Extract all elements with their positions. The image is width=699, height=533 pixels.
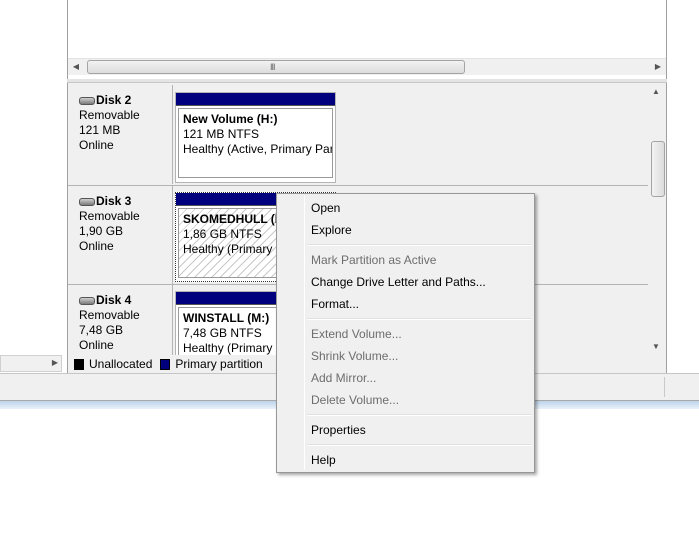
disk-type: Removable <box>79 209 140 223</box>
menu-item-properties[interactable]: Properties <box>279 419 532 441</box>
disk-name: Disk 2 <box>96 93 132 107</box>
disk-drive-icon <box>79 96 95 105</box>
menu-separator <box>307 244 531 246</box>
disk-label[interactable]: Disk 3 Removable 1,90 GB Online <box>68 186 173 284</box>
scroll-right-arrow-icon[interactable]: ▶ <box>652 62 664 74</box>
scroll-right-arrow-icon[interactable]: ▶ <box>52 358 58 367</box>
disk-status: Online <box>79 338 114 352</box>
disk-name-wrap: Disk 2 <box>79 93 172 108</box>
disk-label[interactable]: Disk 2 Removable 121 MB Online <box>68 85 173 184</box>
grip-icon: III <box>270 62 275 72</box>
disk-name-wrap: Disk 3 <box>79 194 172 209</box>
legend-primary: Primary partition <box>175 357 263 371</box>
menu-item-explore[interactable]: Explore <box>279 219 532 241</box>
menu-separator <box>307 318 531 320</box>
vscroll-thumb[interactable] <box>651 141 665 197</box>
scroll-up-arrow-icon[interactable]: ▲ <box>652 87 660 96</box>
partition-body: New Volume (H:) 121 MB NTFS Healthy (Act… <box>178 108 333 178</box>
menu-item-extend-volume[interactable]: Extend Volume... <box>279 323 532 345</box>
menu-item-open[interactable]: Open <box>279 197 532 219</box>
disk-row: Disk 2 Removable 121 MB Online New Volum… <box>68 85 648 184</box>
partition-type-bar <box>176 93 335 106</box>
menu-item-mark-active[interactable]: Mark Partition as Active <box>279 249 532 271</box>
partition-block[interactable]: New Volume (H:) 121 MB NTFS Healthy (Act… <box>175 92 336 183</box>
menu-item-help[interactable]: Help <box>279 449 532 471</box>
status-divider <box>664 377 665 397</box>
disk-size: 1,90 GB <box>79 224 124 238</box>
disk-map-vscrollbar[interactable]: ▲ ▼ <box>650 85 666 353</box>
context-menu: Open Explore Mark Partition as Active Ch… <box>276 193 535 473</box>
disk-drive-icon <box>79 296 95 305</box>
scroll-left-arrow-icon[interactable]: ◀ <box>70 62 82 74</box>
menu-separator <box>307 444 531 446</box>
scroll-down-arrow-icon[interactable]: ▼ <box>652 342 660 351</box>
legend-unallocated: Unallocated <box>89 357 153 371</box>
menu-item-format[interactable]: Format... <box>279 293 532 315</box>
partition-title: New Volume (H:) <box>183 112 278 126</box>
unallocated-swatch <box>74 358 84 370</box>
volume-list-hscrollbar[interactable]: ◀ III ▶ <box>68 58 666 75</box>
partition-health: Healthy (Active, Primary Par <box>183 142 333 156</box>
disk-drive-icon <box>79 197 95 206</box>
disk-label[interactable]: Disk 4 Removable 7,48 GB Online <box>68 285 173 355</box>
disk-name-wrap: Disk 4 <box>79 293 172 308</box>
partition-detail: 121 MB NTFS <box>183 127 260 141</box>
menu-item-shrink-volume[interactable]: Shrink Volume... <box>279 345 532 367</box>
menu-separator <box>307 414 531 416</box>
disk-name: Disk 3 <box>96 194 132 208</box>
disk-size: 7,48 GB <box>79 323 124 337</box>
menu-item-add-mirror[interactable]: Add Mirror... <box>279 367 532 389</box>
disk-size: 121 MB <box>79 123 121 137</box>
disk-type: Removable <box>79 108 140 122</box>
left-pane-hscrollbar[interactable]: ▶ <box>0 355 62 372</box>
menu-item-change-drive-letter[interactable]: Change Drive Letter and Paths... <box>279 271 532 293</box>
primary-partition-swatch <box>160 358 171 370</box>
menu-item-delete-volume[interactable]: Delete Volume... <box>279 389 532 411</box>
disk-status: Online <box>79 138 114 152</box>
hscroll-thumb[interactable]: III <box>87 60 465 74</box>
disk-name: Disk 4 <box>96 293 132 307</box>
disk-type: Removable <box>79 308 140 322</box>
disk-status: Online <box>79 239 114 253</box>
